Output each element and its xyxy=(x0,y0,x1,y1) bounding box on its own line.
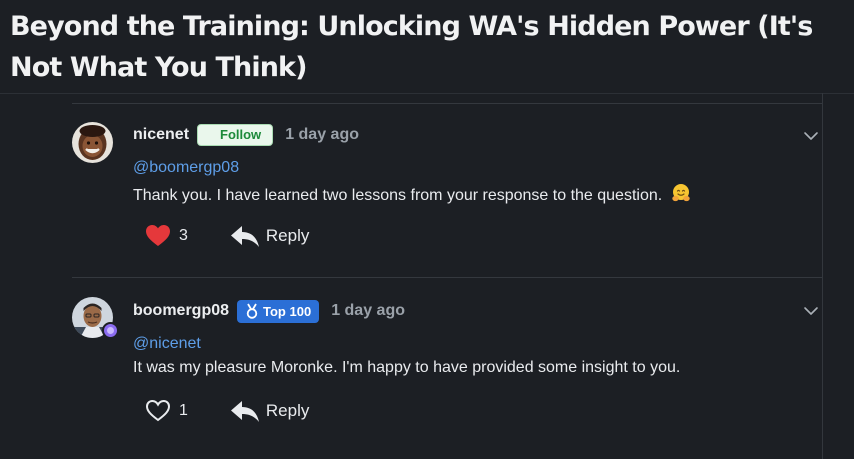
heart-outline-icon xyxy=(145,399,171,422)
username[interactable]: nicenet xyxy=(133,126,189,144)
badge-label: Top 100 xyxy=(263,303,312,319)
like-button[interactable]: 3 xyxy=(145,224,188,248)
follow-button[interactable]: Follow xyxy=(197,124,274,146)
comment-text-content: It was my pleasure Moronke. I'm happy to… xyxy=(133,359,681,376)
comment-actions: 1 Reply xyxy=(145,397,309,425)
reply-label: Reply xyxy=(265,226,310,245)
comment-actions: 3 Reply xyxy=(145,222,309,250)
reply-arrow-icon xyxy=(230,226,259,247)
mention-link[interactable]: @boomergp08 xyxy=(133,159,239,177)
heart-filled-icon xyxy=(146,225,170,246)
comment-text: It was my pleasure Moronke. I'm happy to… xyxy=(133,359,680,377)
header-divider xyxy=(0,93,854,94)
comment-nicenet: nicenet Follow 1 day ago @boomergp08 Tha… xyxy=(72,103,822,277)
chevron-down-icon[interactable] xyxy=(802,302,820,320)
avatar-nicenet[interactable] xyxy=(72,122,113,163)
medal-icon xyxy=(246,303,258,319)
topic-title: Beyond the Training: Unlocking WA's Hidd… xyxy=(10,11,813,83)
comment-text: Thank you. I have learned two lessons fr… xyxy=(133,183,691,208)
reply-button[interactable]: Reply xyxy=(230,224,309,248)
comment-divider xyxy=(72,103,822,104)
comment-boomergp08: boomergp08 Top 100 1 day ago @nicenet It… xyxy=(72,277,822,451)
comment-text-content: Thank you. I have learned two lessons fr… xyxy=(133,187,663,204)
top-rank-badge[interactable]: Top 100 xyxy=(237,299,320,323)
reply-arrow-icon xyxy=(230,401,259,422)
hugging-face-emoji-icon xyxy=(671,183,691,208)
comment-header: boomergp08 Top 100 1 day ago xyxy=(133,299,405,323)
timestamp[interactable]: 1 day ago xyxy=(331,302,405,320)
comment-divider xyxy=(72,277,822,278)
username[interactable]: boomergp08 xyxy=(133,302,229,320)
mention-link[interactable]: @nicenet xyxy=(133,335,201,353)
reply-button[interactable]: Reply xyxy=(230,399,309,423)
verified-badge-icon xyxy=(102,322,119,339)
comment-header: nicenet Follow 1 day ago xyxy=(133,123,359,147)
timestamp[interactable]: 1 day ago xyxy=(285,126,359,144)
like-button[interactable]: 1 xyxy=(145,399,188,423)
like-count: 1 xyxy=(179,402,188,419)
reply-label: Reply xyxy=(265,401,310,420)
chevron-down-icon[interactable] xyxy=(802,127,820,145)
thread-border xyxy=(822,93,823,459)
topic-page: Beyond the Training: Unlocking WA's Hidd… xyxy=(0,0,854,459)
like-count: 3 xyxy=(179,227,188,244)
